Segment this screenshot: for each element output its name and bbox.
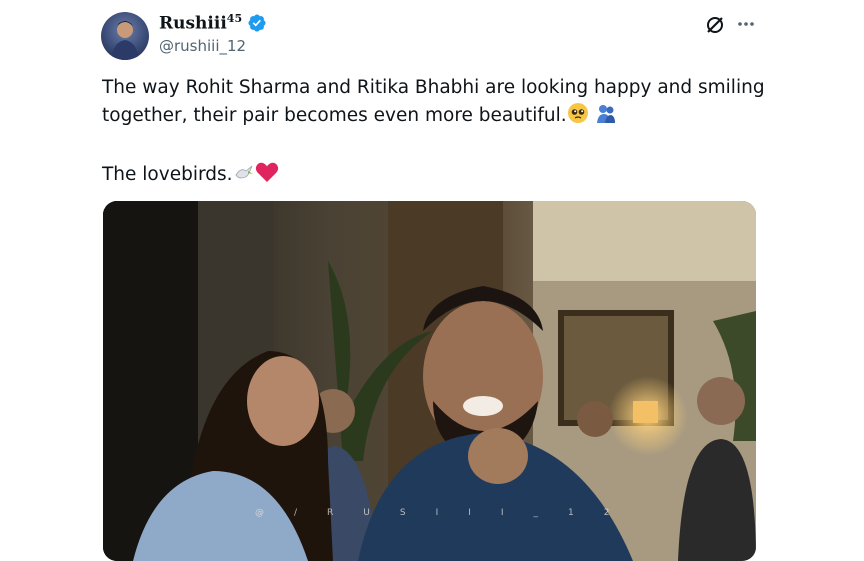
author-name-row[interactable]: Rushiii45 <box>159 12 267 34</box>
tweet-line-1: The way Rohit Sharma and Ritika Bhabhi a… <box>102 77 765 98</box>
author-handle[interactable]: @rushiii_12 <box>159 37 246 55</box>
tweet-line-2: together, their pair becomes even more b… <box>102 105 567 126</box>
tweet-text: The way Rohit Sharma and Ritika Bhabhi a… <box>102 74 782 192</box>
tweet-line-3: The lovebirds. <box>102 164 233 185</box>
red-heart-emoji <box>255 161 279 192</box>
avatar[interactable] <box>101 12 149 60</box>
grok-icon[interactable] <box>704 14 726 36</box>
dove-emoji <box>233 161 255 192</box>
media-watermark: @/RUSIII_12 <box>255 508 640 518</box>
more-options-icon[interactable] <box>736 17 756 31</box>
people-hugging-emoji <box>595 102 617 133</box>
author-display-name[interactable]: Rushiii45 <box>159 12 242 34</box>
tweet-media-video[interactable] <box>103 201 756 561</box>
pleading-face-emoji <box>567 102 589 133</box>
verified-badge-icon <box>247 13 267 33</box>
